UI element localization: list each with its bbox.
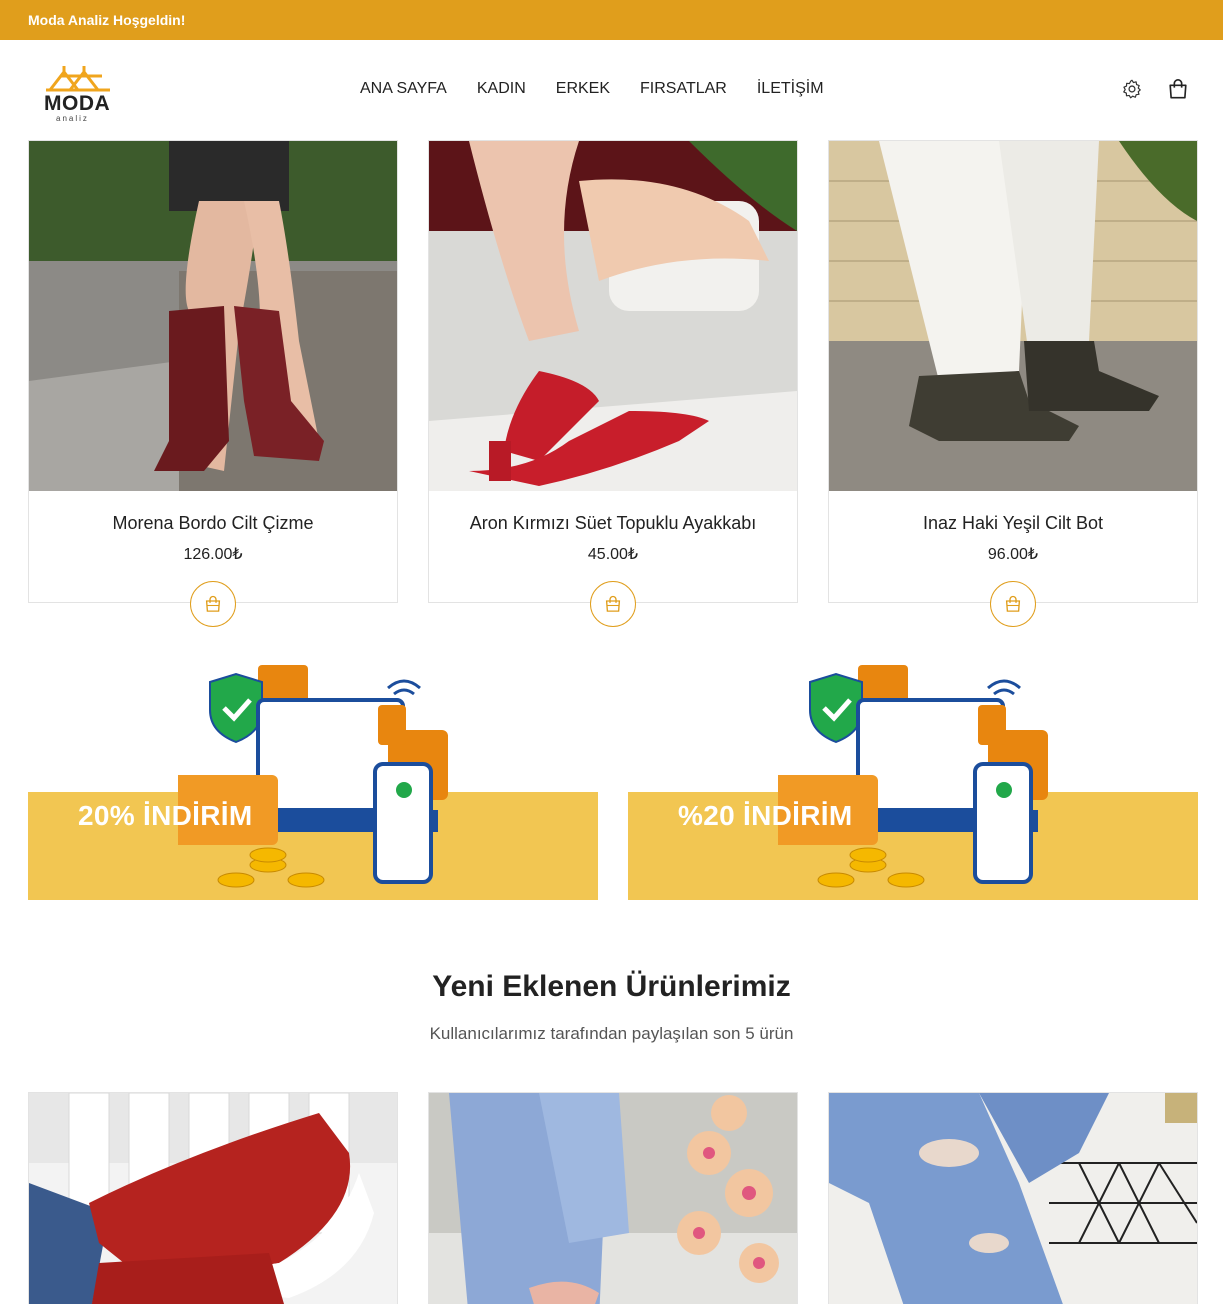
logo-hanger-icon <box>46 66 110 92</box>
banner-title: %20 İNDİRİM <box>678 800 853 831</box>
product-image[interactable] <box>29 141 397 491</box>
add-to-cart-button[interactable] <box>590 581 636 627</box>
product-card[interactable] <box>28 1092 398 1304</box>
promo-banners: 20% İNDİRİM %20 İNDİRİM <box>28 660 1198 900</box>
secure-payment-illustration <box>778 665 1048 888</box>
promo-banner[interactable]: %20 İNDİRİM <box>628 660 1198 900</box>
product-card[interactable]: Inaz Haki Yeşil Cilt Bot 96.00₺ <box>828 140 1198 627</box>
product-price: 96.00₺ <box>987 546 1039 563</box>
product-price: 126.00₺ <box>183 546 243 563</box>
product-image[interactable] <box>829 1093 1197 1304</box>
featured-products: Morena Bordo Cilt Çizme 126.00₺ Aron Kır… <box>28 140 1198 627</box>
add-to-cart-button[interactable] <box>190 581 236 627</box>
product-name[interactable]: Aron Kırmızı Süet Topuklu Ayakkabı <box>429 513 797 534</box>
logo-word: MODA <box>44 92 111 115</box>
shopping-bag-icon <box>605 595 621 612</box>
product-image[interactable] <box>29 1093 397 1304</box>
gear-icon[interactable] <box>1121 78 1143 100</box>
product-card[interactable] <box>428 1092 798 1304</box>
banner-title: 20% İNDİRİM <box>78 800 253 831</box>
add-to-cart-button[interactable] <box>990 581 1036 627</box>
site-header: MODA analiz ANA SAYFA KADIN ERKEK FIRSAT… <box>0 40 1223 140</box>
section-subtitle: Kullanıcılarımız tarafından paylaşılan s… <box>429 1024 794 1043</box>
nav-deals[interactable]: FIRSATLAR <box>640 80 727 100</box>
main-nav: ANA SAYFA KADIN ERKEK FIRSATLAR İLETİŞİM <box>360 80 824 100</box>
product-image[interactable] <box>829 141 1197 491</box>
product-name[interactable]: Inaz Haki Yeşil Cilt Bot <box>829 513 1197 534</box>
welcome-text: Moda Analiz Hoşgeldin! <box>28 12 186 28</box>
product-card[interactable]: Morena Bordo Cilt Çizme 126.00₺ <box>28 140 398 627</box>
site-logo[interactable]: MODA analiz <box>40 64 116 124</box>
promo-banner[interactable]: 20% İNDİRİM <box>28 660 598 900</box>
nav-home[interactable]: ANA SAYFA <box>360 80 447 100</box>
product-image[interactable] <box>429 141 797 491</box>
new-products <box>28 1092 1198 1304</box>
product-image[interactable] <box>429 1093 797 1304</box>
product-card[interactable]: Aron Kırmızı Süet Topuklu Ayakkabı 45.00… <box>428 140 798 627</box>
shopping-bag-icon[interactable] <box>1167 78 1189 100</box>
nav-contact[interactable]: İLETİŞİM <box>757 80 824 100</box>
logo-subtitle: analiz <box>56 114 89 123</box>
product-price: 45.00₺ <box>587 546 639 563</box>
header-actions <box>1121 78 1189 100</box>
shopping-bag-icon <box>205 595 221 612</box>
nav-women[interactable]: KADIN <box>477 80 526 100</box>
product-card[interactable] <box>828 1092 1198 1304</box>
secure-payment-illustration <box>178 665 448 888</box>
top-announcement-bar: Moda Analiz Hoşgeldin! <box>0 0 1223 40</box>
product-name[interactable]: Morena Bordo Cilt Çizme <box>29 513 397 534</box>
nav-men[interactable]: ERKEK <box>556 80 610 100</box>
shopping-bag-icon <box>1005 595 1021 612</box>
section-title: Yeni Eklenen Ürünlerimiz <box>432 970 791 1003</box>
